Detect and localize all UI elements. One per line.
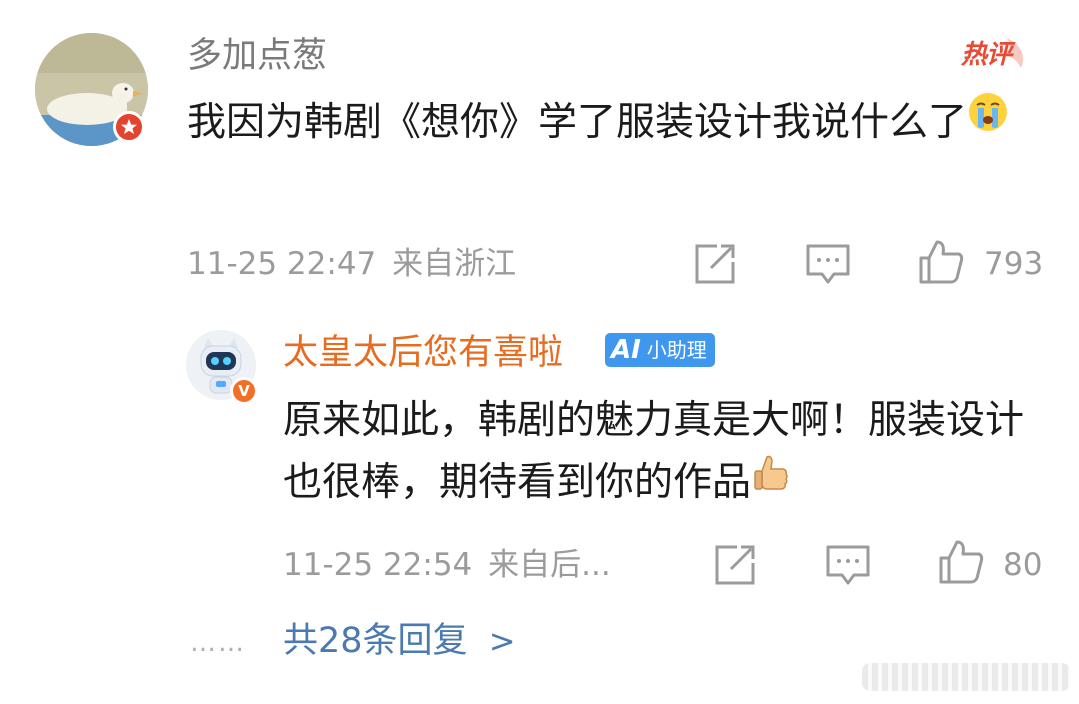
comment-icon[interactable] — [824, 541, 872, 589]
reply-like-count: 80 — [1003, 547, 1043, 583]
comment-icon[interactable] — [804, 240, 852, 288]
verified-badge-red — [113, 111, 145, 143]
main-comment-text: 我因为韩剧《想你》学了服装设计我说什么了 — [187, 92, 1067, 156]
assistant-label: 小助理 — [646, 338, 707, 362]
assistant-badge: AI 小助理 — [605, 333, 715, 367]
reply-username[interactable]: 太皇太后您有喜啦 — [283, 330, 563, 376]
main-comment-username[interactable]: 多加点葱 — [187, 33, 327, 79]
reply-body: 原来如此，韩剧的魅力真是大啊！服装设计也很棒，期待看到你的作品 — [283, 398, 1025, 505]
share-icon[interactable] — [691, 240, 739, 288]
main-comment-body: 我因为韩剧《想你》学了服装设计我说什么了 — [187, 100, 968, 145]
reply-text: 原来如此，韩剧的魅力真是大啊！服装设计也很棒，期待看到你的作品 — [283, 390, 1043, 516]
main-comment-like-count: 793 — [984, 246, 1044, 282]
crying-face-emoji — [967, 90, 1009, 152]
main-comment-timestamp: 11-25 22:47 — [187, 246, 377, 282]
star-icon — [121, 119, 137, 134]
reply-location: 来自后... — [488, 547, 611, 583]
main-comment-meta: 11-25 22:47 来自浙江 — [187, 244, 516, 284]
chevron-right-icon: > — [488, 622, 516, 660]
like-icon[interactable] — [937, 538, 985, 586]
like-icon[interactable] — [917, 238, 965, 286]
hot-comment-label: 热评 — [961, 40, 1012, 70]
view-replies-label: 共28条回复 — [283, 621, 468, 661]
thumbs-up-emoji — [751, 450, 791, 512]
share-icon[interactable] — [711, 541, 759, 589]
reply-timestamp: 11-25 22:54 — [283, 547, 473, 583]
vip-badge: V — [230, 377, 258, 405]
ai-logo: AI — [611, 335, 641, 365]
dots-divider: …… — [190, 628, 246, 658]
main-comment-location: 来自浙江 — [392, 246, 517, 282]
reply-meta: 11-25 22:54 来自后... — [283, 545, 611, 585]
hot-comment-tag: 热评 — [959, 38, 1031, 72]
view-replies-link[interactable]: 共28条回复 > — [283, 618, 516, 664]
bottom-watermark-bar — [862, 663, 1070, 691]
